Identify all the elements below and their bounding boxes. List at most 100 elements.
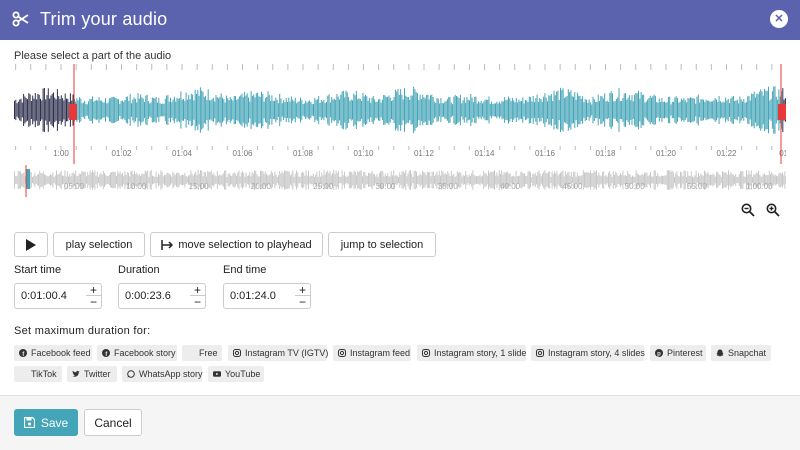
end-time-stepper[interactable]: + − [295,283,311,309]
waveform-bar [337,96,339,124]
preset-instagram-story-1[interactable]: Instagram story, 1 slide [417,345,526,361]
preset-pinterest[interactable]: p Pinterest [650,345,706,361]
overview-bar [182,174,183,186]
waveform-bar [170,97,171,123]
overview-bar [621,174,623,186]
preset-instagram-feed[interactable]: Instagram feed [333,345,411,361]
waveform-bar [535,98,537,122]
play-selection-button[interactable]: play selection [53,232,145,257]
waveform-bar [370,102,372,118]
selection-start-handle[interactable] [69,104,77,120]
start-time-minus[interactable]: − [86,296,101,308]
preset-facebook-feed[interactable]: f Facebook feed [14,345,92,361]
duration-input[interactable]: 0:00:23.6 [118,283,192,309]
waveform-bar [457,96,459,124]
preset-twitter[interactable]: Twitter [67,366,117,382]
waveform-bar [566,96,568,125]
selection-end-handle[interactable] [778,104,786,120]
overview-bar [408,170,410,190]
overview-bar [435,174,437,186]
waveform-bar [46,95,48,125]
blank-icon [19,370,27,378]
close-icon[interactable]: ✕ [770,10,788,28]
waveform-bar [93,101,95,119]
zoom-in-icon[interactable] [766,203,782,219]
start-time-input[interactable]: 0:01:00.4 [14,283,88,309]
move-selection-button[interactable]: move selection to playhead [150,232,323,257]
overview-bar [466,175,468,185]
overview-bar [545,172,547,188]
overview-bar [530,172,531,188]
waveform-bar [505,100,507,120]
end-time-input[interactable]: 0:01:24.0 [223,283,297,309]
waveform-bar [259,96,261,124]
waveform-bar [582,96,584,124]
waveform-bar [474,96,476,124]
waveform-bar [454,94,456,126]
waveform-bar [352,100,353,120]
overview-bar [423,172,425,188]
waveform-bar [149,103,151,117]
start-time-stepper[interactable]: + − [86,283,102,309]
overview-bar [434,176,435,184]
waveform-bar [402,99,404,121]
waveform-bar [272,101,274,119]
waveform-bar [721,102,723,118]
preset-instagram-story-4[interactable]: Instagram story, 4 slides [531,345,645,361]
overview-bar [780,173,782,187]
waveform-bar [700,99,702,121]
waveform-bar [394,89,396,131]
overview-bar [156,176,158,184]
preset-facebook-story[interactable]: f Facebook story [97,345,177,361]
main-waveform[interactable]: 1:00 01:02 01:04 01:06 01:08 01:10 01:12 01:14 0… [14,64,786,164]
waveform-bar [509,98,511,122]
waveform-bar [300,97,301,123]
overview-bar [677,175,679,185]
waveform-bar [580,98,582,121]
waveform-bar [97,100,99,120]
waveform-bar [62,98,64,122]
preset-tiktok[interactable]: TikTok [14,366,62,382]
overview-bar [707,171,709,189]
overview-bar [168,173,170,187]
end-time-minus[interactable]: − [295,296,310,308]
waveform-bar [671,101,673,119]
preset-whatsapp-story[interactable]: WhatsApp story [122,366,203,382]
overview-bar [341,170,343,190]
preset-snapchat[interactable]: Snapchat [711,345,771,361]
waveform-bar [218,98,220,122]
overview-label: 15:00 [189,182,210,191]
save-button[interactable]: Save [14,409,78,436]
overview-waveform[interactable]: 05:00 10:00 15:00 20:00 25:00 30:00 35:00 40:00… [14,165,786,197]
waveform-bar [597,94,599,126]
waveform-bar [545,97,547,123]
overview-bar [116,176,117,184]
overview-bar [618,175,620,185]
jump-selection-button[interactable]: jump to selection [328,232,436,257]
duration-minus[interactable]: − [190,296,205,308]
preset-instagram-tv[interactable]: Instagram TV (IGTV) [228,345,328,361]
overview-viewport[interactable] [26,169,30,189]
overview-bar [119,171,121,189]
overview-label: 1:00:00 [746,182,773,191]
waveform-bar [43,88,45,132]
play-button[interactable] [14,232,48,257]
overview-bar [426,171,428,189]
waveform-bar [366,96,368,124]
waveform-bar [664,101,665,119]
duration-stepper[interactable]: + − [190,283,206,309]
waveform-bar [81,103,83,117]
overview-bar [779,172,781,188]
overview-bar [17,171,19,189]
cancel-button[interactable]: Cancel [84,409,142,436]
overview-bar [425,175,427,185]
overview-bar [348,171,350,189]
waveform-bar [665,102,667,118]
preset-youtube[interactable]: YouTube [208,366,264,382]
waveform-bar [497,103,499,117]
preset-free[interactable]: Free [182,345,222,361]
overview-bar [401,171,403,189]
waveform-bar [687,98,689,123]
zoom-out-icon[interactable] [741,203,757,219]
waveform-bar [215,95,217,126]
